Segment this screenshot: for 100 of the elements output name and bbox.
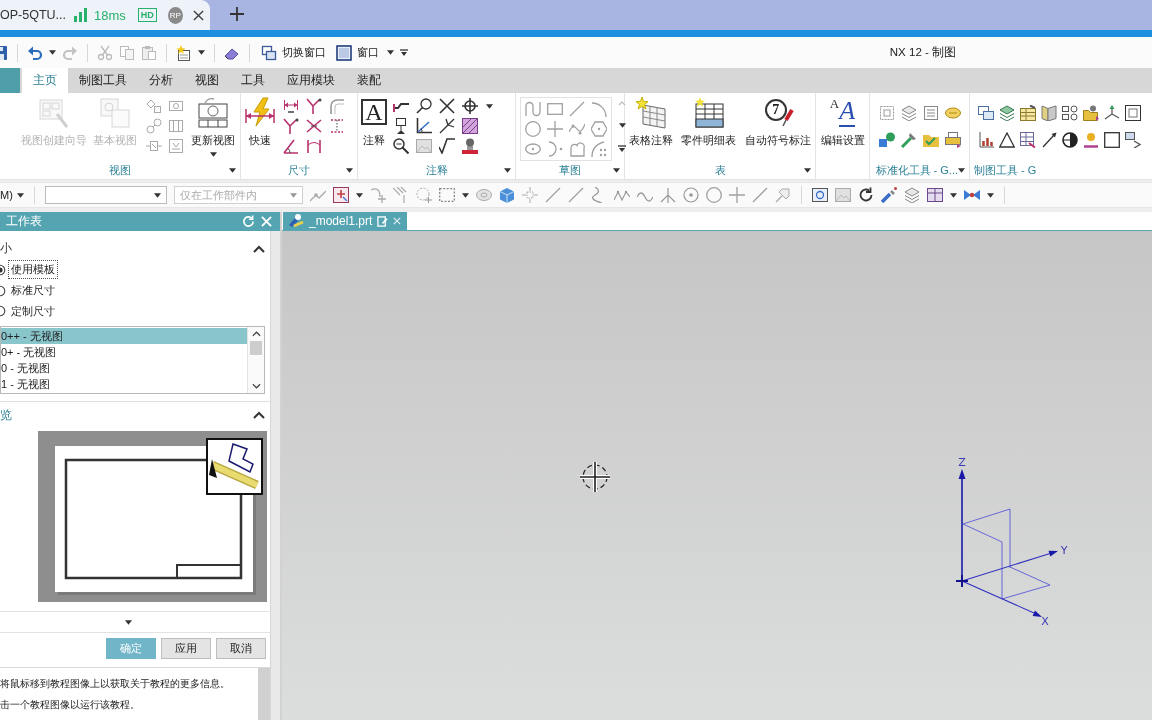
caret-icon[interactable] [124,619,132,625]
table-icon[interactable] [926,187,943,203]
circle-center-icon[interactable] [682,187,699,203]
windows-icon[interactable] [978,105,994,121]
layers-icon[interactable] [901,105,917,121]
overflow-icon[interactable] [618,145,626,153]
close-icon[interactable] [193,9,204,21]
radio-button[interactable] [0,264,6,276]
reset-icon[interactable] [242,215,255,228]
triangle-icon[interactable] [999,132,1015,148]
x-mark-icon[interactable] [439,98,455,114]
circle-icon[interactable] [525,121,541,137]
curve-points-icon[interactable] [591,141,607,157]
caret-icon[interactable] [355,192,363,198]
caret-icon[interactable] [198,50,205,55]
ribbon-tab[interactable]: 制图工具 [68,68,138,93]
ribbon-button[interactable]: 表格注释 [626,93,677,148]
browser-tab[interactable]: OP-5QTU... 18ms HD RP [0,0,210,30]
radio-button[interactable] [0,305,6,318]
chevron-up-icon[interactable] [253,244,265,253]
layers-icon[interactable] [903,187,920,203]
cross-icon[interactable] [306,118,322,134]
caret-icon[interactable] [461,192,469,198]
caret-icon[interactable] [153,192,161,198]
folder-icon[interactable] [1083,105,1099,121]
zoom-frame-icon[interactable] [811,187,828,203]
plus-icon[interactable] [230,7,244,21]
lightning-dimension-icon[interactable] [244,97,276,129]
line-icon[interactable] [567,187,584,203]
menu-button[interactable]: M) [0,189,24,201]
horizontal-dimension-icon[interactable] [283,98,299,114]
ellipse-icon[interactable] [525,141,541,157]
dotted-bracket-icon[interactable] [329,118,345,134]
scroll-down-icon[interactable] [618,123,626,128]
radio-label[interactable]: 使用模板 [8,260,58,280]
ribbon-tab[interactable]: 装配 [346,68,392,93]
arc-icon[interactable] [591,101,607,117]
curve-icon[interactable] [525,101,541,117]
angle-axes-icon[interactable] [416,118,432,134]
caret-icon[interactable] [16,192,24,198]
window-menu-button[interactable]: 窗口 [334,42,381,63]
branch-lines-icon[interactable] [659,187,676,203]
crosshair-icon[interactable] [462,98,478,114]
oval-icon[interactable] [945,105,961,121]
hexagon-icon[interactable] [591,121,607,137]
cancel-button[interactable]: 取消 [216,637,266,659]
chevron-up-icon[interactable] [253,411,265,420]
page-star-icon[interactable] [176,44,192,61]
axes-icon[interactable] [1104,105,1120,121]
caret-icon[interactable] [804,168,811,173]
spline-icon[interactable] [569,121,585,137]
ribbon-tab[interactable]: 主页 [22,68,68,93]
radio-label[interactable]: 标准尺寸 [8,281,58,301]
ribbon-tab[interactable]: 工具 [230,68,276,93]
caret-icon[interactable] [613,168,620,173]
caret-icon[interactable] [949,192,957,198]
list-item[interactable]: 0 - 无视图 [1,359,247,376]
balloon-leader-icon[interactable] [416,98,432,114]
overflow-icon[interactable] [400,48,408,57]
caret-icon[interactable] [346,168,353,173]
windows-icon[interactable] [261,44,277,61]
scroll-down-icon[interactable] [251,382,261,389]
rounded-shape-icon[interactable] [569,141,585,157]
undo-icon[interactable] [27,44,43,61]
ribbon-button[interactable]: 零件明细表 [678,93,740,148]
dashed-frame-icon[interactable] [879,105,895,121]
caret-icon[interactable] [485,103,493,109]
datum-symbol-icon[interactable] [393,118,409,134]
ribbon-button[interactable]: 7 自动符号标注 [741,93,814,148]
ribbon-tab[interactable]: 应用模块 [276,68,346,93]
layout-sheet-icon[interactable] [197,97,229,129]
filter-box-icon[interactable] [332,187,349,203]
ribbon-button[interactable]: 快速 [241,93,279,148]
caret-icon[interactable] [387,50,394,55]
line-icon[interactable] [544,187,561,203]
printer-icon[interactable] [945,132,961,148]
bracket-icon[interactable] [306,138,322,154]
ribbon-tab[interactable]: 视图 [184,68,230,93]
refresh-icon[interactable] [857,187,874,203]
dashed-rectangle-icon[interactable] [438,187,455,203]
ribbon-button[interactable]: 更新视图 [188,93,238,157]
scrollbar-thumb[interactable] [250,340,262,355]
bow-tie-icon[interactable] [963,187,980,203]
radio-label[interactable]: 定制尺寸 [8,301,58,321]
hatched-square-icon[interactable] [462,118,478,134]
half-filled-circle-icon[interactable] [1062,132,1078,148]
caret-icon[interactable] [209,152,217,157]
line-icon[interactable] [751,187,768,203]
caret-icon[interactable] [986,192,994,198]
table-icon[interactable] [1020,132,1036,148]
square-icon[interactable] [1104,132,1120,148]
shapes-icon[interactable] [879,132,895,148]
frame-icon[interactable] [1125,105,1141,121]
list-box-icon[interactable] [923,105,939,121]
nodes-icon[interactable] [1062,105,1078,121]
list-item[interactable]: 0++ - 无视图 [1,327,247,344]
arrow-icon[interactable] [1041,132,1057,148]
cube-icon[interactable] [498,187,515,203]
radical-sign-icon[interactable] [439,138,455,154]
scroll-up-icon[interactable] [251,330,261,337]
